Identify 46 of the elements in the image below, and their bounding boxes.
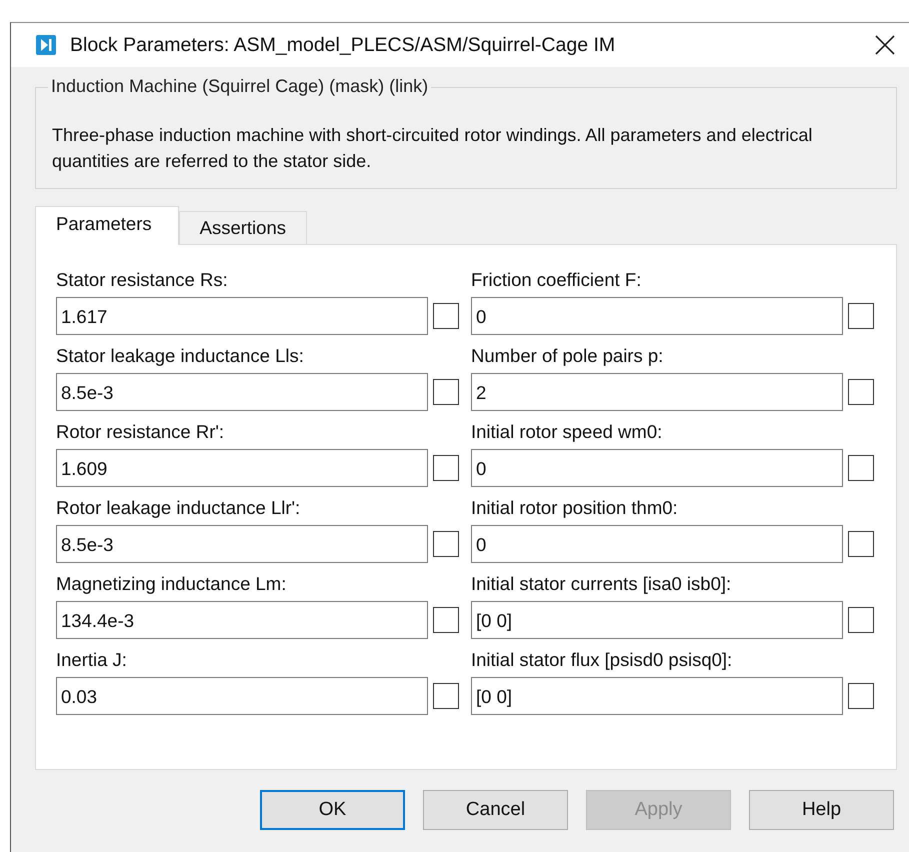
- checkbox[interactable]: [848, 379, 874, 405]
- checkbox[interactable]: [848, 455, 874, 481]
- input-field[interactable]: 0: [471, 297, 843, 335]
- input-field[interactable]: [0 0]: [471, 677, 843, 715]
- input-field[interactable]: [0 0]: [471, 601, 843, 639]
- parameter-label: Friction coefficient F:: [471, 269, 642, 291]
- checkbox[interactable]: [433, 379, 459, 405]
- checkbox[interactable]: [433, 531, 459, 557]
- parameter-label: Number of pole pairs p:: [471, 345, 664, 367]
- parameter-label: Initial rotor speed wm0:: [471, 421, 664, 443]
- close-icon[interactable]: [875, 35, 895, 55]
- input-field[interactable]: 8.5e-3: [56, 525, 428, 563]
- dialog-button[interactable]: Cancel: [423, 790, 568, 830]
- tab[interactable]: Parameters: [35, 206, 179, 245]
- dialog-button[interactable]: Help: [749, 790, 894, 830]
- input-field[interactable]: 8.5e-3: [56, 373, 428, 411]
- parameter-label: Magnetizing inductance Lm:: [56, 573, 288, 595]
- checkbox[interactable]: [848, 683, 874, 709]
- input-field[interactable]: 1.617: [56, 297, 428, 335]
- tab[interactable]: Assertions: [178, 211, 307, 245]
- parameter-label: Initial rotor position thm0:: [471, 497, 679, 519]
- window-title: Block Parameters: ASM_model_PLECS/ASM/Squirrel-Cage IM: [70, 34, 616, 56]
- parameter-label: Stator leakage inductance Lls:: [56, 345, 305, 367]
- group-title: Induction Machine (Squirrel Cage) (mask) (link): [48, 76, 432, 97]
- input-field[interactable]: 0: [471, 449, 843, 487]
- checkbox[interactable]: [433, 303, 459, 329]
- parameter-label: Inertia J:: [56, 649, 128, 671]
- input-field[interactable]: 0: [471, 525, 843, 563]
- input-field[interactable]: 2: [471, 373, 843, 411]
- app-icon: [36, 35, 56, 55]
- input-field[interactable]: 0.03: [56, 677, 428, 715]
- input-field[interactable]: 134.4e-3: [56, 601, 428, 639]
- checkbox[interactable]: [433, 683, 459, 709]
- checkbox[interactable]: [433, 607, 459, 633]
- parameter-label: Initial stator flux [psisd0 psisq0]:: [471, 649, 734, 671]
- block-description: Three-phase induction machine with short-circuited rotor windings. All parameters and electrical quantities are referred to the stator side.: [52, 124, 814, 173]
- parameter-label: Rotor leakage inductance Llr':: [56, 497, 302, 519]
- parameter-label: Stator resistance Rs:: [56, 269, 229, 291]
- checkbox[interactable]: [848, 607, 874, 633]
- parameter-label: Initial stator currents [isa0 isb0]:: [471, 573, 732, 595]
- parameter-label: Rotor resistance Rr':: [56, 421, 226, 443]
- checkbox[interactable]: [848, 303, 874, 329]
- dialog-button[interactable]: OK: [260, 790, 405, 830]
- checkbox[interactable]: [433, 455, 459, 481]
- input-field[interactable]: 1.609: [56, 449, 428, 487]
- checkbox[interactable]: [848, 531, 874, 557]
